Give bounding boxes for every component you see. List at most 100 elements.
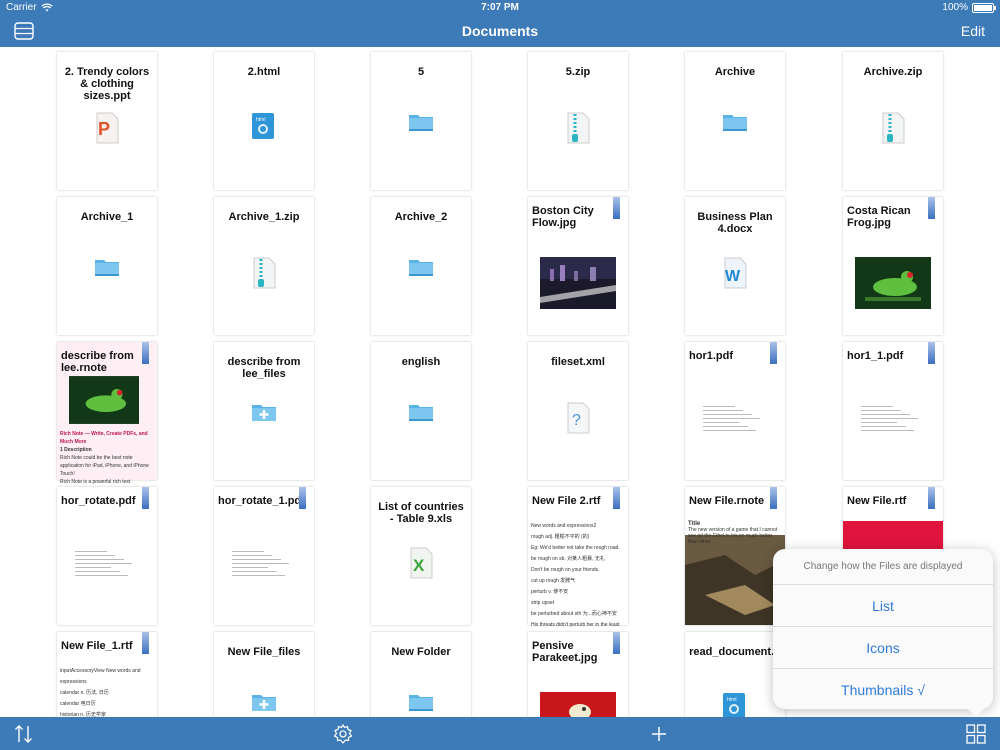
preview-line [232,563,289,564]
folder-icon [408,112,434,137]
html-icon: html [251,112,277,147]
preview-line [861,414,910,415]
file-tile[interactable]: 2.html html [214,52,314,190]
file-tile[interactable]: Archive.zip [843,52,943,190]
preview-line: Rich Note could be the best note applica… [60,455,149,477]
display-mode-popover: Change how the Files are displayed List … [773,549,993,709]
preview-line: Rich Note — Write, Create PDFs, and Much… [60,431,148,445]
file-tile[interactable]: New File 2.rtf New words and expressions2… [528,487,628,628]
status-right: 100% [942,2,996,13]
preview-line [232,551,264,552]
word-icon: W [722,257,748,294]
pdf-preview [703,406,767,434]
preview-line [232,555,273,556]
file-tile[interactable]: 5 [371,52,471,190]
preview-line [703,410,744,411]
file-name: New File_files [227,646,301,658]
preview-line: inputAccessoryView New words and express… [60,668,141,685]
file-name: New File.rnote [689,495,765,507]
file-tile[interactable]: Boston City Flow.jpg [528,197,628,335]
bookmark-ribbon [613,197,620,219]
sort-icon[interactable] [13,723,35,745]
file-tile[interactable]: Archive_2 [371,197,471,335]
svg-text:html: html [256,117,265,123]
preview-line [75,575,129,576]
preview-line [861,422,898,423]
file-name: hor1_1.pdf [847,350,904,362]
gear-icon[interactable] [332,723,354,745]
file-tile[interactable]: describe from lee.rnote Rich Note — Write… [57,342,157,493]
file-name: Archive_1 [80,211,134,223]
preview-line: His threats didn't perturb her in the le… [531,622,620,628]
option-list[interactable]: List [773,585,993,627]
file-name: fileset.xml [551,356,605,368]
grid-view-icon[interactable] [965,723,987,745]
file-tile[interactable]: hor_rotate_1.pdf [214,487,314,625]
bookmark-ribbon [299,487,306,509]
bookmark-ribbon [928,197,935,219]
preview-line [861,418,918,419]
file-tile[interactable]: hor_rotate.pdf [57,487,157,625]
popover-arrow [966,707,986,717]
preview-line [861,410,902,411]
preview-line [861,430,915,431]
file-tile[interactable]: Business Plan 4.docx W [685,197,785,335]
svg-text:html: html [727,697,736,703]
file-tile[interactable]: hor1.pdf [685,342,785,480]
preview-line: cut up rough 发脾气 [531,578,576,584]
file-tile[interactable]: hor1_1.pdf [843,342,943,480]
preview-line: be perturbed about sth 为...而心神不安 [531,611,617,617]
add-icon[interactable] [648,723,670,745]
status-bar: Carrier 7:07 PM 100% [0,0,1000,16]
zip-icon [251,257,277,294]
file-name: hor_rotate.pdf [61,495,136,507]
file-tile[interactable]: Costa Rican Frog.jpg [843,197,943,335]
folder-icon [94,257,120,282]
file-tile[interactable]: english [371,342,471,480]
file-tile[interactable]: New File_1.rtf inputAccessoryView New wor… [57,632,157,717]
popover-title: Change how the Files are displayed [773,549,993,585]
file-tile[interactable]: Archive [685,52,785,190]
bookmark-ribbon [770,342,777,364]
preview-text: The new version of a game that I cannot … [688,527,778,545]
bookmark-ribbon [142,487,149,509]
file-tile[interactable]: List of countries - Table 9.xls X [371,487,471,625]
preview-line: strip upset [531,600,555,606]
file-tile[interactable]: 2. Trendy colors & clothing sizes.ppt P [57,52,157,190]
preview-line [232,571,277,572]
file-tile[interactable]: Archive_1.zip [214,197,314,335]
unknown-icon: ? [565,402,591,439]
preview-line: 1 Description [60,447,92,453]
file-name: New File_1.rtf [61,640,133,652]
file-tile[interactable]: read_document.h html [685,632,785,717]
preview-line [703,426,748,427]
file-tile[interactable]: New File_files [214,632,314,717]
html-icon: html [722,692,748,717]
option-icons[interactable]: Icons [773,627,993,669]
folder-icon [408,402,434,427]
file-tile[interactable]: Pensive Parakeet.jpg [528,632,628,717]
preview-line [861,406,893,407]
preview-line [703,430,757,431]
file-tile[interactable]: New File.rnote Title The new version of a … [685,487,785,625]
file-name: Archive_2 [394,211,448,223]
edit-button[interactable]: Edit [961,23,985,39]
file-tile[interactable]: Archive_1 [57,197,157,335]
file-name: Boston City Flow.jpg [532,205,594,229]
file-name: Archive.zip [863,66,923,78]
preview-line: historian n. 历史学家 [60,712,106,717]
file-tile[interactable]: fileset.xml? [528,342,628,480]
bookmark-ribbon [928,487,935,509]
preview-line [75,571,120,572]
file-tile[interactable]: describe from lee_files [214,342,314,480]
option-thumbnails[interactable]: Thumbnails √ [773,669,993,711]
file-name: Pensive Parakeet.jpg [532,640,598,664]
zip-icon [880,112,906,149]
svg-text:P: P [98,119,110,139]
file-tile[interactable]: 5.zip [528,52,628,190]
file-name: describe from lee.rnote [61,350,134,374]
svg-text:W: W [725,268,741,285]
file-name: Archive [714,66,756,78]
file-tile[interactable]: New Folder [371,632,471,717]
page-title: Documents [461,23,539,39]
